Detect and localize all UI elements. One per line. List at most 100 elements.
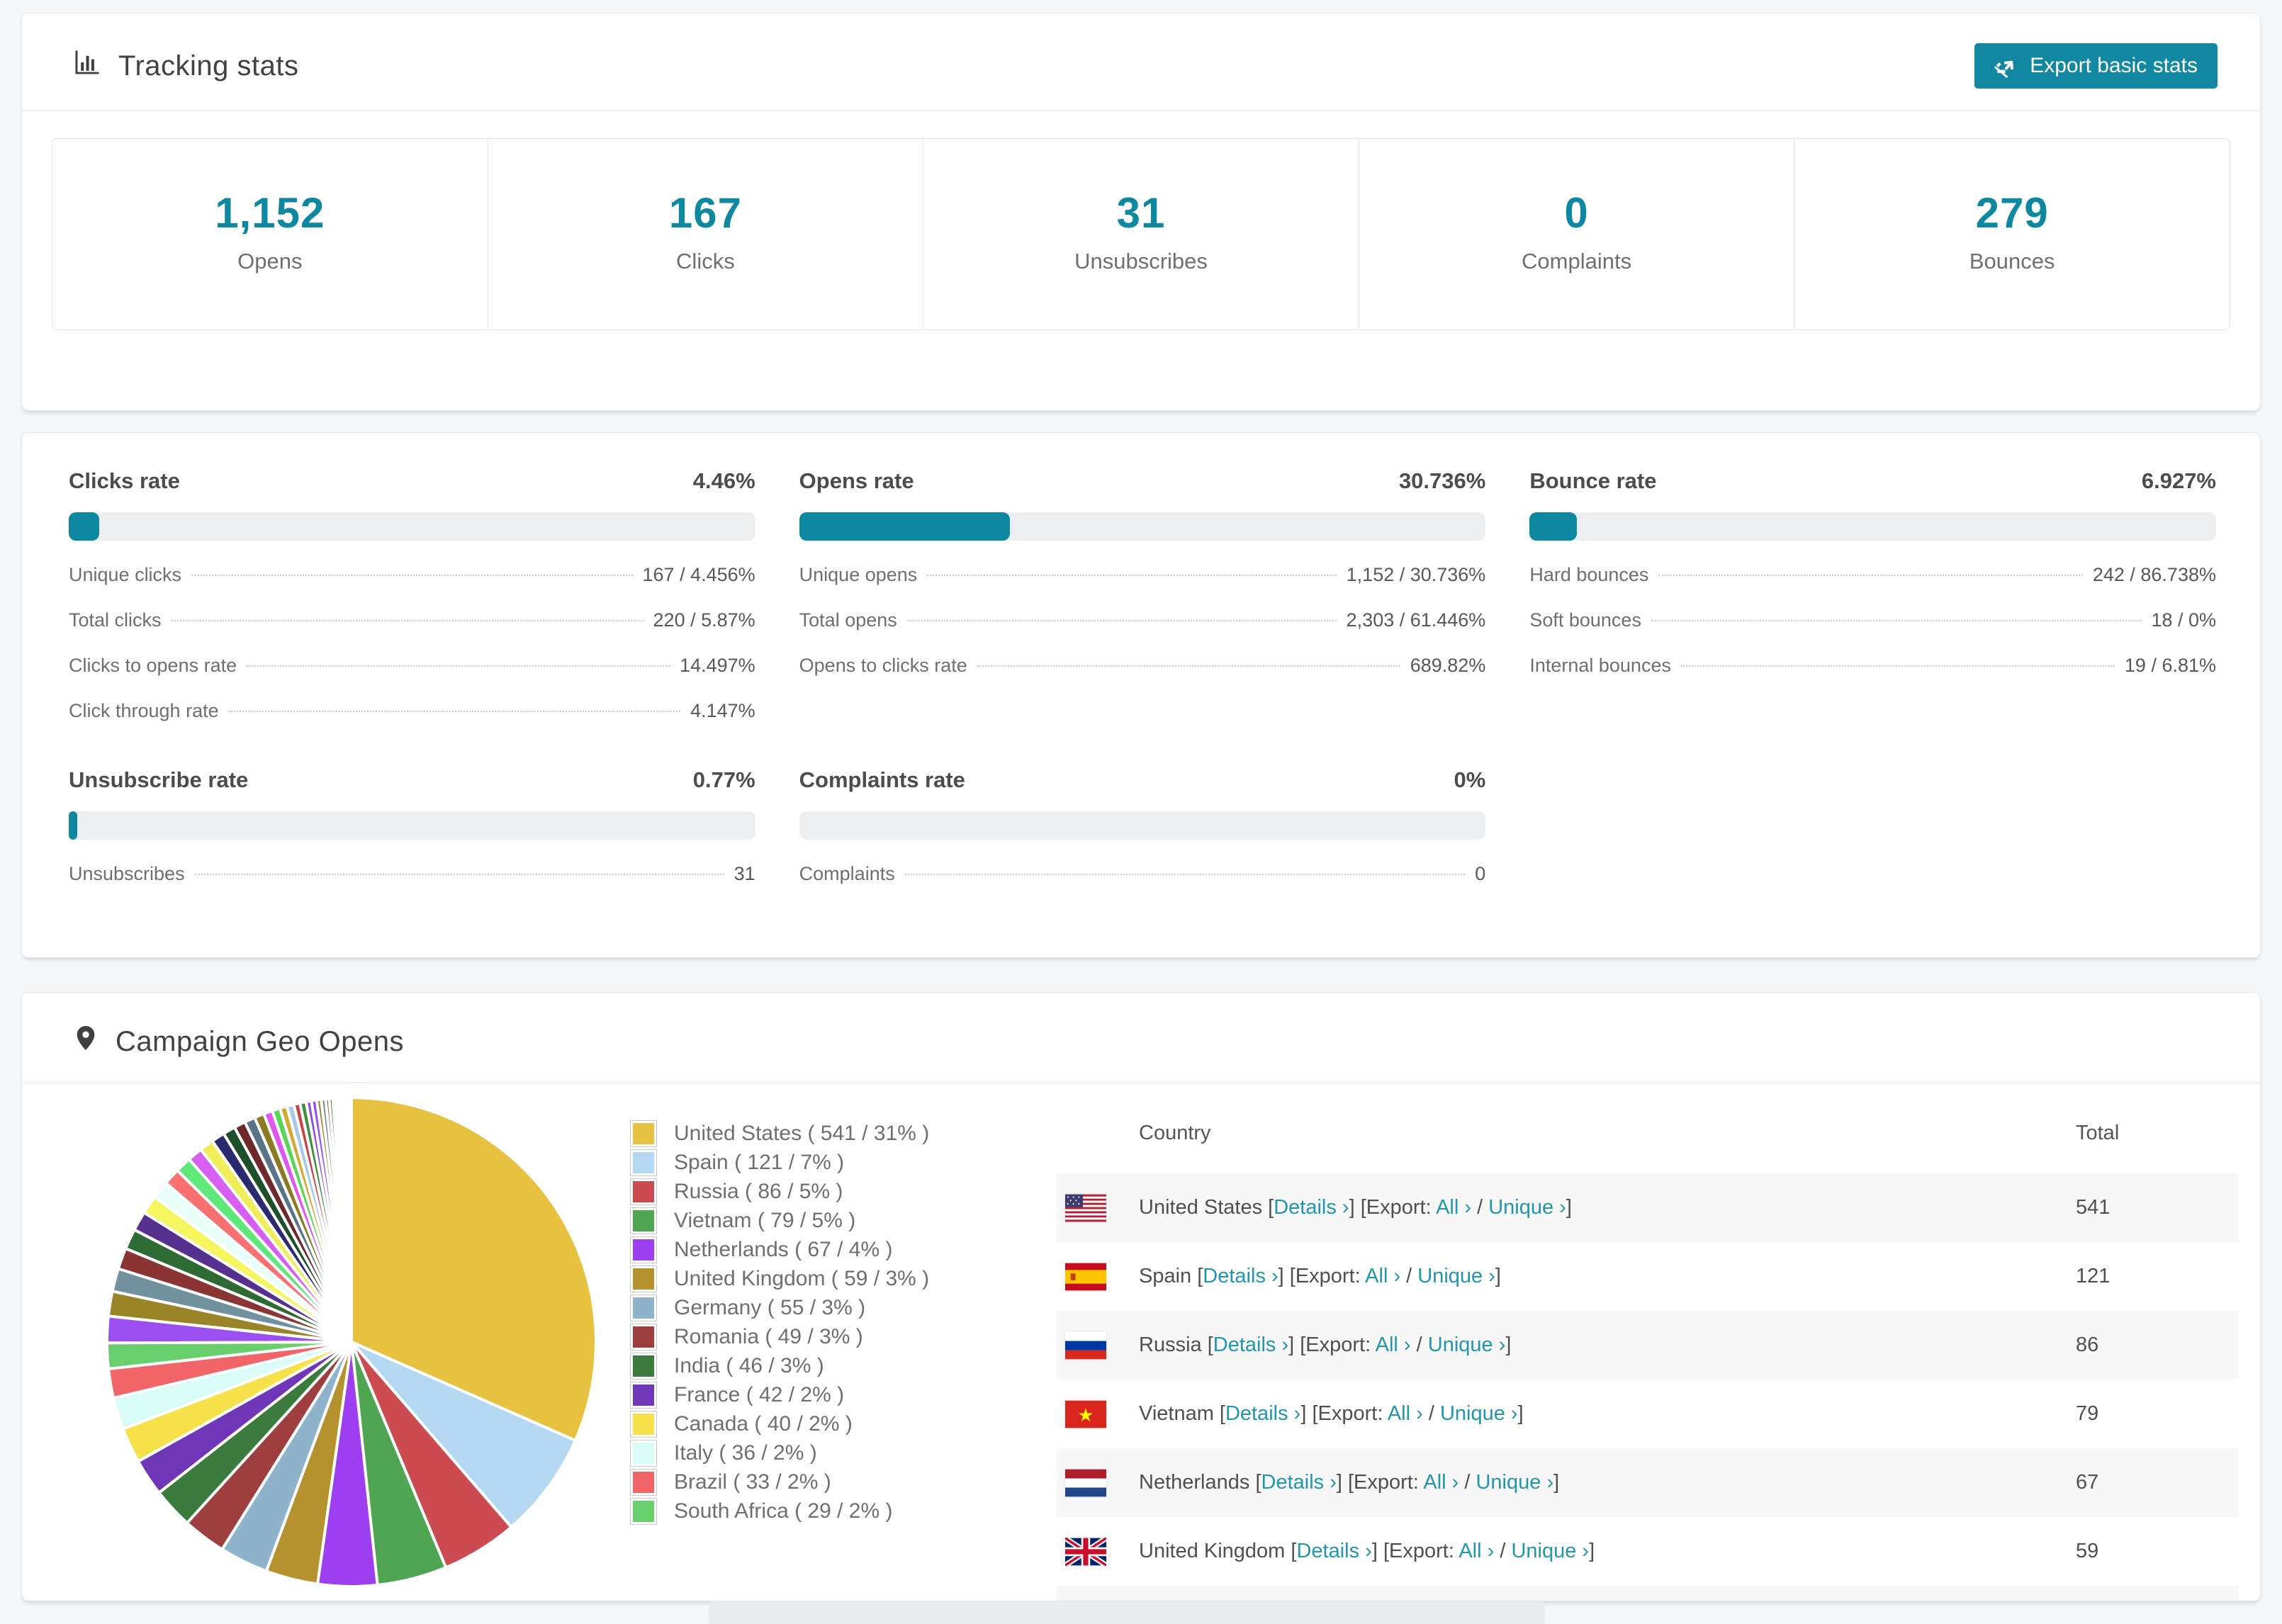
rate-detail-rows: Hard bounces 242 / 86.738% Soft bounces 18 … bbox=[1529, 564, 2216, 677]
rate-detail-value: 2,303 / 61.446% bbox=[1346, 609, 1486, 631]
rate-title-row: Complaints rate 0% bbox=[799, 767, 1486, 793]
export-unique-link[interactable]: Unique › bbox=[1488, 1196, 1566, 1219]
rate-progress-track bbox=[799, 811, 1486, 840]
separator: / bbox=[1422, 1402, 1440, 1425]
details-link[interactable]: Details › bbox=[1203, 1265, 1278, 1287]
separator: / bbox=[1400, 1265, 1418, 1287]
rate-detail-rows: Complaints 0 bbox=[799, 863, 1486, 885]
legend-swatch bbox=[630, 1439, 657, 1467]
stat-clicks: 167 Clicks bbox=[488, 139, 924, 329]
nl-flag-icon bbox=[1065, 1469, 1106, 1497]
geo-table-body: United States [Details ›] [Export: All ›… bbox=[1057, 1173, 2239, 1601]
legend-item: Netherlands ( 67 / 4% ) bbox=[630, 1235, 1034, 1264]
legend-item: United States ( 541 / 31% ) bbox=[630, 1119, 1034, 1148]
stat-unsubscribes-value: 31 bbox=[1116, 189, 1166, 237]
dotted-leader bbox=[1651, 620, 2142, 621]
rates-grid: Clicks rate 4.46% Unique clicks 167 / 4.456… bbox=[22, 433, 2260, 885]
export-unique-link[interactable]: Unique › bbox=[1511, 1540, 1589, 1562]
legend-swatch bbox=[630, 1178, 657, 1205]
details-link[interactable]: Details › bbox=[1274, 1196, 1349, 1219]
dotted-leader bbox=[1680, 665, 2115, 667]
rate-title: Bounce rate bbox=[1529, 468, 1657, 493]
country-cell: United Kingdom [Details ›] [Export: All … bbox=[1139, 1540, 2076, 1563]
legend-swatch bbox=[630, 1497, 657, 1525]
horizontal-scrollbar-thumb[interactable] bbox=[709, 1601, 1545, 1624]
geo-legend: United States ( 541 / 31% ) Spain ( 121 /… bbox=[630, 1090, 1034, 1601]
country-name: United States bbox=[1139, 1196, 1269, 1219]
legend-label: Brazil ( 33 / 2% ) bbox=[674, 1470, 831, 1494]
dotted-leader bbox=[906, 620, 1337, 621]
us-flag-icon bbox=[1065, 1194, 1106, 1222]
separator: / bbox=[1458, 1471, 1476, 1494]
geo-header: Campaign Geo Opens bbox=[22, 993, 2260, 1083]
export-all-link[interactable]: All › bbox=[1423, 1471, 1458, 1494]
rate-detail-value: 689.82% bbox=[1410, 655, 1486, 676]
dotted-leader bbox=[247, 665, 670, 667]
rate-detail-value: 31 bbox=[734, 863, 755, 884]
tracking-stats-header: Tracking stats Export basic stats bbox=[22, 13, 2260, 111]
legend-swatch bbox=[630, 1410, 657, 1438]
legend-swatch bbox=[630, 1207, 657, 1234]
rate-title: Opens rate bbox=[799, 468, 914, 493]
export-all-link[interactable]: All › bbox=[1376, 1333, 1411, 1356]
stat-bounces: 279 Bounces bbox=[1794, 139, 2230, 329]
bracket: [ bbox=[1268, 1196, 1274, 1219]
details-link[interactable]: Details › bbox=[1225, 1402, 1300, 1425]
legend-item: Romania ( 49 / 3% ) bbox=[630, 1322, 1034, 1351]
stat-opens: 1,152 Opens bbox=[52, 139, 488, 329]
bracket: ] [Export: bbox=[1336, 1471, 1424, 1494]
rate-detail-label: Hard bounces bbox=[1529, 564, 1649, 585]
stat-bounces-value: 279 bbox=[1975, 189, 2049, 237]
rate-detail-value: 167 / 4.456% bbox=[642, 564, 755, 585]
rate-detail-value: 0 bbox=[1475, 863, 1486, 884]
bracket: ] bbox=[1566, 1196, 1572, 1219]
rate-progress-fill bbox=[799, 512, 1011, 541]
total-value: 79 bbox=[2076, 1402, 2099, 1425]
rate-detail-value: 4.147% bbox=[690, 700, 755, 721]
pie-slice-other[interactable] bbox=[349, 1095, 353, 1343]
bracket: [ bbox=[1219, 1402, 1225, 1425]
export-all-link[interactable]: All › bbox=[1365, 1265, 1400, 1287]
rate-detail-rows: Unique clicks 167 / 4.456% Total clicks 220… bbox=[69, 564, 755, 722]
rate-value: 4.46% bbox=[692, 468, 755, 493]
rate-detail-value: 19 / 6.81% bbox=[2124, 655, 2216, 676]
separator: / bbox=[1410, 1333, 1428, 1356]
legend-label: Romania ( 49 / 3% ) bbox=[674, 1324, 863, 1348]
country-cell: Spain [Details ›] [Export: All › / Uniqu… bbox=[1139, 1265, 2076, 1288]
export-all-link[interactable]: All › bbox=[1388, 1402, 1423, 1425]
legend-label: South Africa ( 29 / 2% ) bbox=[674, 1499, 893, 1523]
separator: / bbox=[1494, 1540, 1512, 1562]
export-unique-link[interactable]: Unique › bbox=[1440, 1402, 1518, 1425]
rate-detail-label: Click through rate bbox=[69, 700, 219, 721]
export-unique-link[interactable]: Unique › bbox=[1428, 1333, 1506, 1356]
export-basic-stats-button[interactable]: Export basic stats bbox=[1974, 43, 2218, 89]
details-link[interactable]: Details › bbox=[1261, 1471, 1337, 1494]
legend-item: Russia ( 86 / 5% ) bbox=[630, 1177, 1034, 1206]
legend-label: United States ( 541 / 31% ) bbox=[674, 1121, 930, 1145]
export-all-link[interactable]: All › bbox=[1436, 1196, 1471, 1219]
details-link[interactable]: Details › bbox=[1213, 1333, 1288, 1356]
rate-detail-value: 18 / 0% bbox=[2151, 609, 2216, 631]
rate-detail-row: Internal bounces 19 / 6.81% bbox=[1529, 655, 2216, 677]
table-row: Vietnam [Details ›] [Export: All › / Uni… bbox=[1057, 1380, 2239, 1448]
rate-detail-label: Clicks to opens rate bbox=[69, 655, 237, 676]
separator: / bbox=[1471, 1196, 1489, 1219]
export-unique-link[interactable]: Unique › bbox=[1417, 1265, 1495, 1287]
tracking-stats-title-text: Tracking stats bbox=[118, 50, 299, 81]
stat-clicks-value: 167 bbox=[668, 189, 742, 237]
country-cell: Netherlands [Details ›] [Export: All › /… bbox=[1139, 1471, 2076, 1494]
export-all-link[interactable]: All › bbox=[1458, 1540, 1494, 1562]
legend-item: Spain ( 121 / 7% ) bbox=[630, 1148, 1034, 1177]
rate-value: 6.927% bbox=[2141, 468, 2216, 493]
es-flag-icon bbox=[1065, 1263, 1106, 1291]
bracket: ] bbox=[1505, 1333, 1512, 1356]
tracking-stats-card: Tracking stats Export basic stats 1,152 … bbox=[21, 13, 2261, 411]
legend-item: Canada ( 40 / 2% ) bbox=[630, 1409, 1034, 1438]
rate-progress-fill bbox=[69, 811, 77, 840]
export-unique-link[interactable]: Unique › bbox=[1476, 1471, 1553, 1494]
legend-swatch bbox=[630, 1149, 657, 1176]
gb-flag-icon bbox=[1065, 1537, 1106, 1566]
geo-table-header: Country Total bbox=[1057, 1090, 2239, 1173]
stat-opens-label: Opens bbox=[237, 249, 303, 274]
details-link[interactable]: Details › bbox=[1296, 1540, 1371, 1562]
